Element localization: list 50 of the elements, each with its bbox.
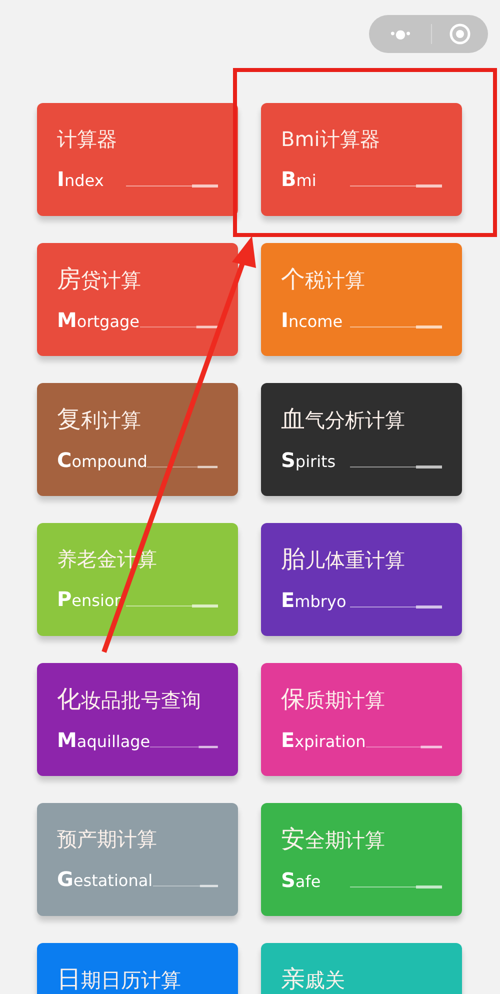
card-subtitle: Expiration [281,728,366,752]
card-title: 安全期计算 [281,825,386,854]
card-title: 亲戚关 [281,965,346,994]
underline-icon [350,605,442,609]
calculator-card[interactable]: Bmi计算器 Bmi [261,103,462,216]
card-subtitle: Compound [57,448,148,472]
underline-icon [140,325,218,329]
card-subtitle: Bmi [281,167,316,191]
card-subtitle: Spirits [281,448,336,472]
underline-icon [350,885,442,889]
underline-icon [366,745,442,749]
card-title: 预产期计算 [57,826,158,853]
calculator-card[interactable]: 化妆品批号查询 Maquillage [37,663,238,776]
underline-icon [147,465,218,469]
card-title: 保质期计算 [281,685,386,714]
card-title: 个税计算 [281,265,366,294]
calculator-card[interactable]: 安全期计算 Safe [261,803,462,916]
card-title: Bmi计算器 [281,126,381,153]
calculator-card[interactable]: 胎儿体重计算 Embryo [261,523,462,636]
underline-icon [152,884,218,888]
card-subtitle: Embryo [281,588,346,612]
card-subtitle: Income [281,308,343,332]
calculator-card[interactable]: 血气分析计算 Spirits [261,383,462,496]
card-title: 日期日历计算 [57,965,182,994]
card-title: 胎儿体重计算 [281,545,406,574]
underline-icon [126,184,218,188]
underline-icon [350,325,442,329]
underline-icon [350,184,442,188]
calculator-card[interactable]: 房贷计算 Mortgage [37,243,238,356]
calculator-card[interactable]: 计算器 Index [37,103,238,216]
card-title: 计算器 [57,126,118,153]
card-title: 复利计算 [57,405,142,434]
card-title: 房贷计算 [57,265,142,294]
underline-icon [150,745,218,749]
calculator-card[interactable]: 复利计算 Compound [37,383,238,496]
calculator-card[interactable]: 亲戚关 [261,943,462,994]
card-subtitle: Maquillage [57,728,150,752]
underline-icon [126,604,218,608]
card-subtitle: Safe [281,868,321,892]
calculator-card[interactable]: 保质期计算 Expiration [261,663,462,776]
card-title: 化妆品批号查询 [57,685,202,714]
calculator-card[interactable]: 预产期计算 Gestational [37,803,238,916]
card-title: 血气分析计算 [281,405,406,434]
calculator-card[interactable]: 个税计算 Income [261,243,462,356]
card-subtitle: Gestational [57,867,153,891]
underline-icon [350,465,442,469]
card-subtitle: Mortgage [57,308,140,332]
calculator-card[interactable]: 日期日历计算 [37,943,238,994]
card-subtitle: Index [57,167,104,191]
close-circle-icon[interactable] [449,23,471,45]
